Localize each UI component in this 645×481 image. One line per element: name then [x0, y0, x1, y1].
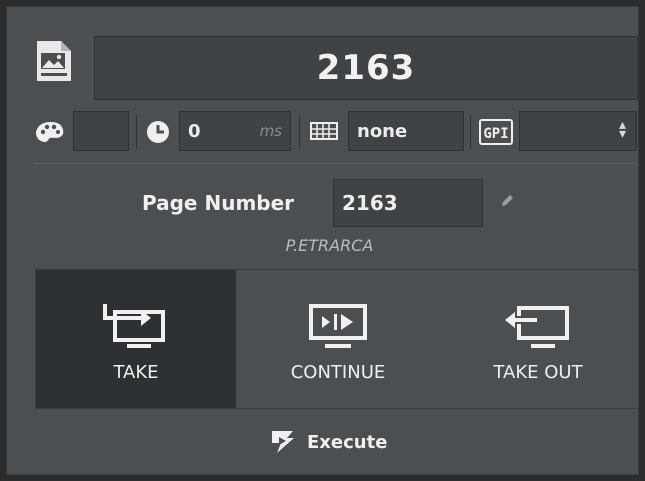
- take-out-button[interactable]: TAKE OUT: [438, 270, 638, 408]
- separator: [470, 115, 471, 149]
- image-document-icon: [33, 39, 77, 83]
- execute-label: Execute: [307, 431, 388, 453]
- take-out-label: TAKE OUT: [493, 362, 583, 383]
- gpi-select[interactable]: ▴ ▾: [519, 111, 637, 151]
- mode-field[interactable]: none: [348, 111, 464, 151]
- take-out-icon: [503, 306, 569, 348]
- divider: [33, 163, 637, 164]
- spinner-arrows-icon: ▴ ▾: [618, 117, 626, 142]
- separator: [136, 115, 137, 149]
- separator: [299, 115, 300, 149]
- continue-button[interactable]: CONTINUE: [238, 270, 438, 408]
- execute-icon: [272, 431, 294, 453]
- action-buttons: TAKE CONTINUE TAKE OUT: [35, 269, 639, 409]
- page-number-label: Page Number: [142, 191, 295, 215]
- gpi-icon: GPI: [479, 119, 513, 149]
- toolbar-row: 0 ms none GPI ▴ ▾: [7, 109, 640, 155]
- clock-icon: [145, 119, 171, 149]
- continue-label: CONTINUE: [290, 362, 386, 383]
- grid-icon: [310, 122, 338, 144]
- page-value-display[interactable]: 2163: [94, 36, 638, 100]
- execute-button[interactable]: Execute: [269, 429, 387, 455]
- take-button[interactable]: TAKE: [36, 270, 236, 408]
- take-label: TAKE: [113, 362, 159, 383]
- page-number-input[interactable]: 2163: [333, 179, 483, 227]
- author-label: P.ETRARCA: [285, 236, 374, 255]
- color-swatch[interactable]: [73, 111, 129, 151]
- svg-text:GPI: GPI: [483, 126, 508, 142]
- continue-icon: [309, 304, 367, 348]
- take-icon: [103, 304, 165, 348]
- template-panel: 2163 0 ms none GPI ▴ ▾ Page Number 2163 …: [6, 6, 639, 475]
- palette-icon: [35, 120, 65, 148]
- duration-value: 0: [188, 120, 201, 142]
- duration-input[interactable]: 0 ms: [179, 111, 291, 151]
- pencil-icon[interactable]: [499, 193, 515, 213]
- duration-unit: ms: [259, 122, 282, 140]
